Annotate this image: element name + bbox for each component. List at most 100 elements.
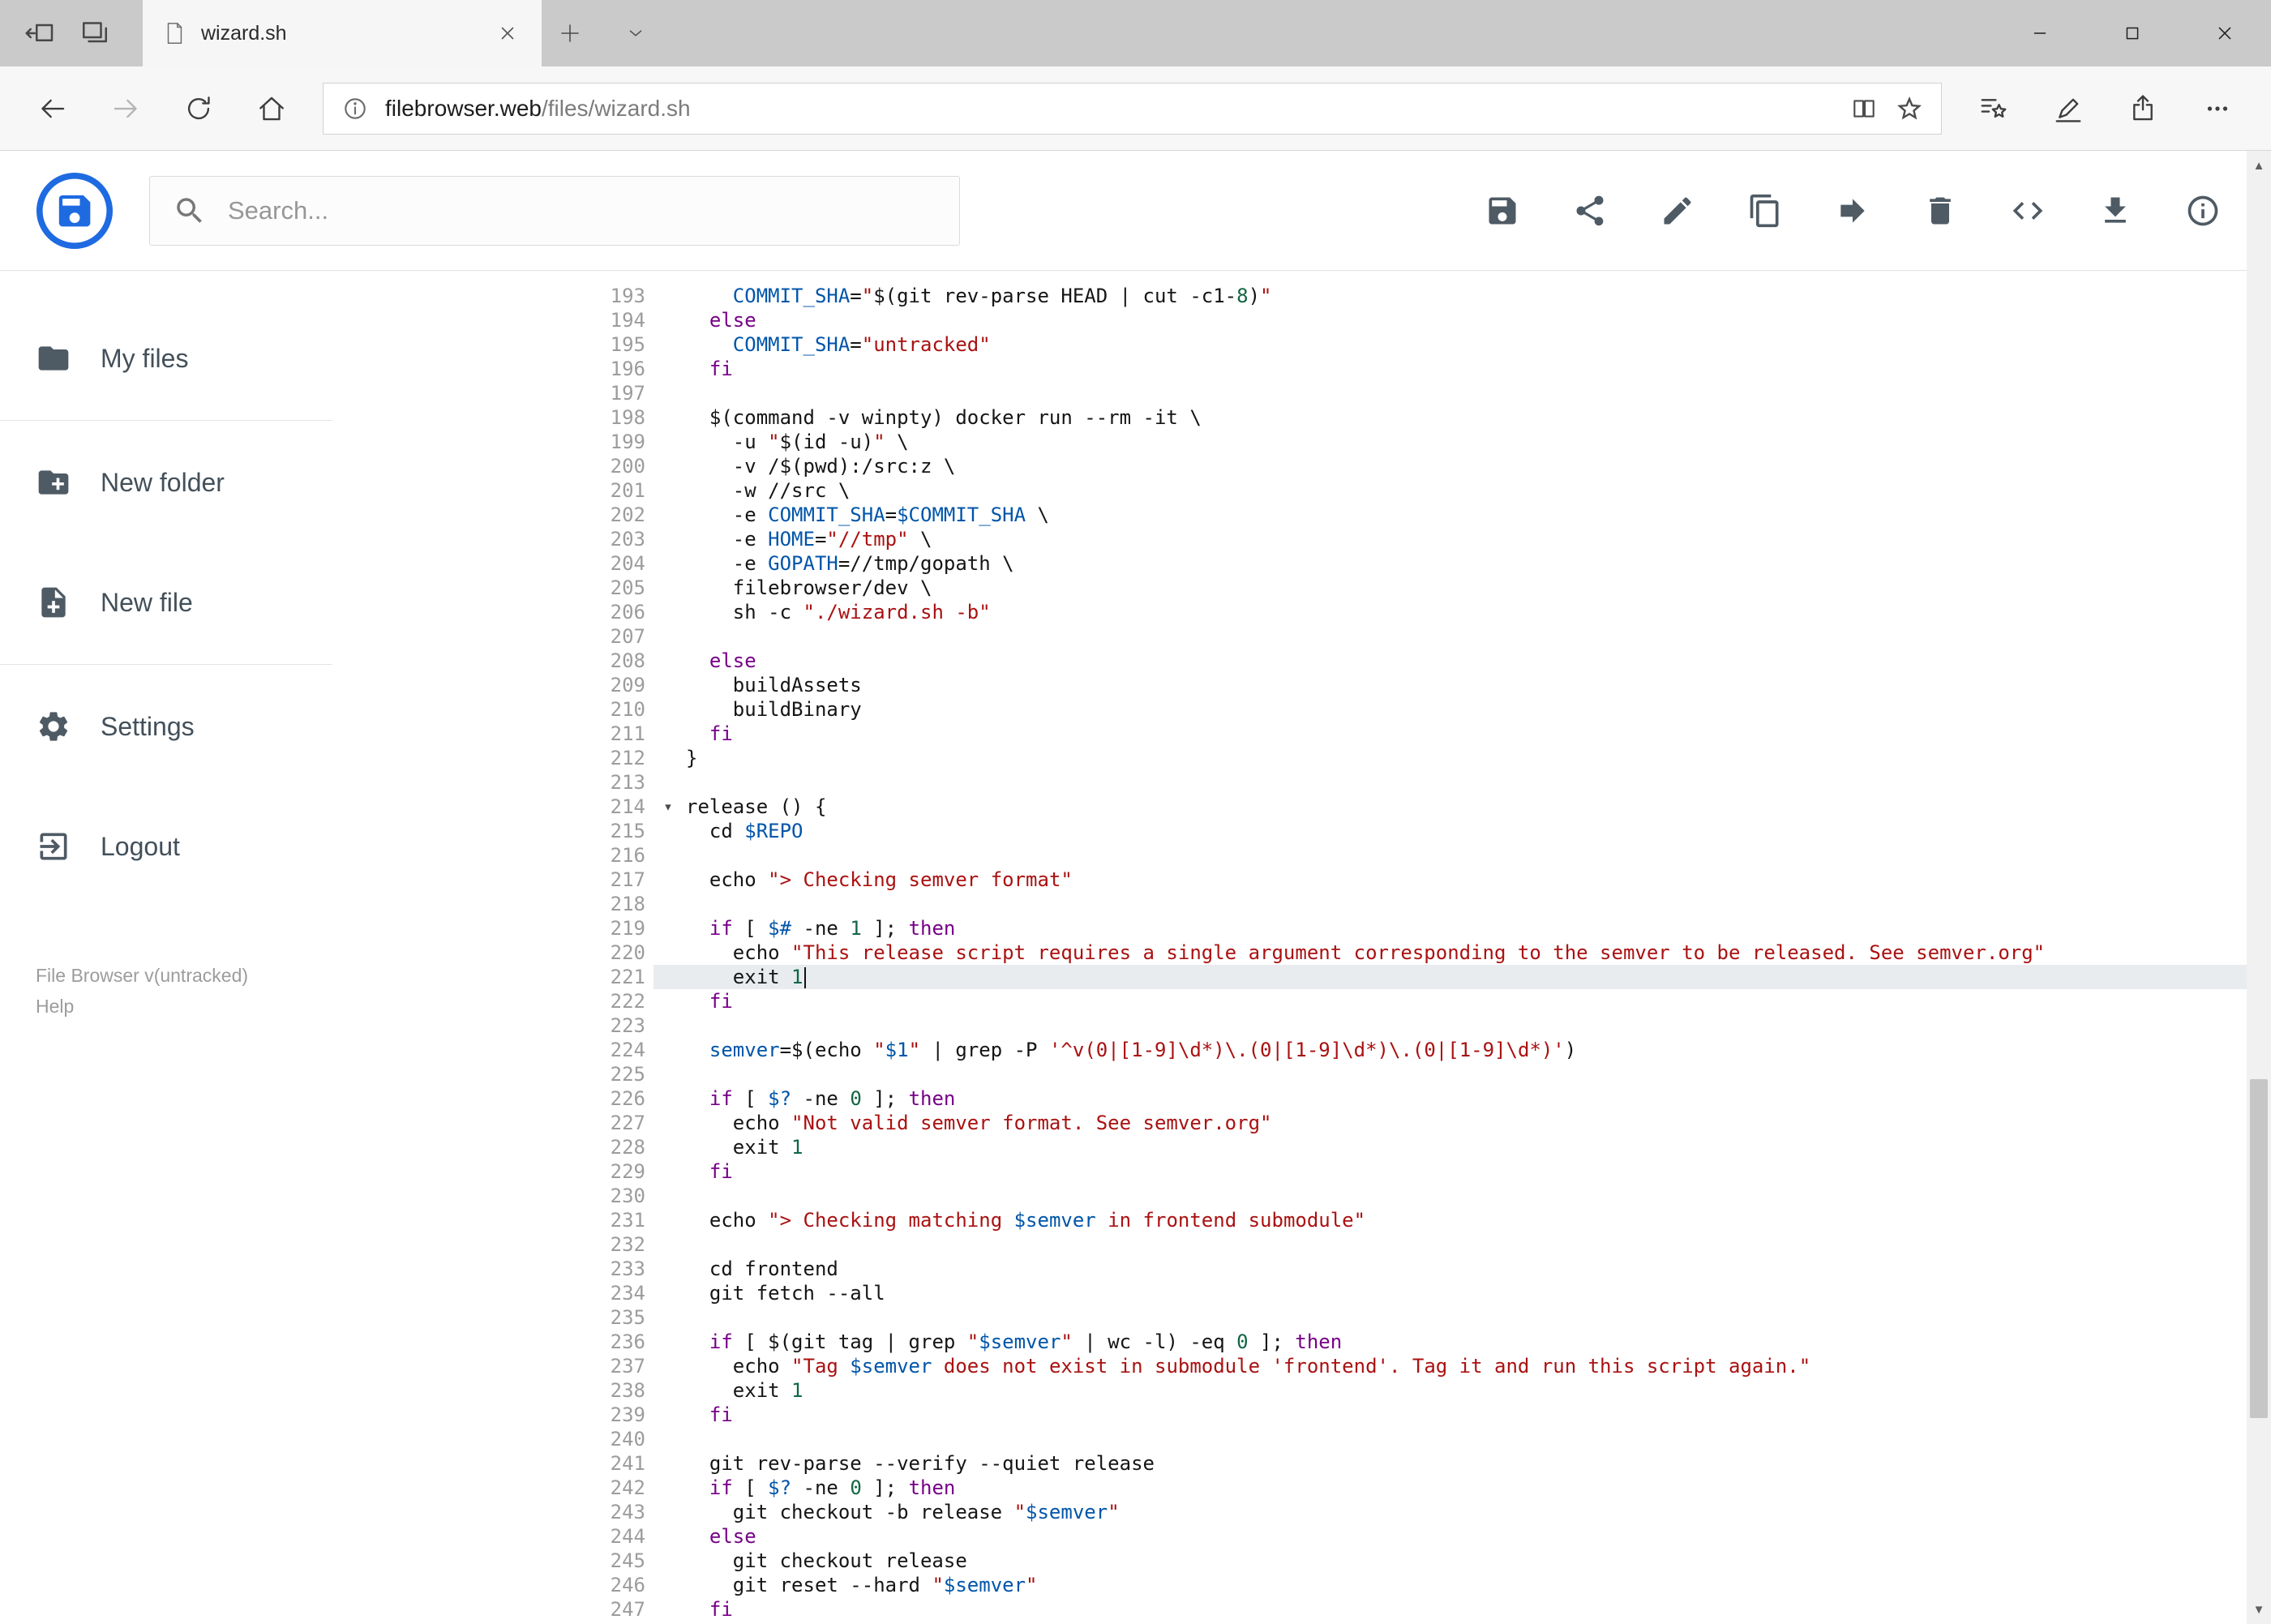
code-line[interactable]: 245 git checkout release <box>332 1549 2271 1573</box>
page-scrollbar[interactable]: ▲ ▼ <box>2247 151 2271 1624</box>
code-line[interactable]: 198 $(command -v winpty) docker run --rm… <box>332 405 2271 430</box>
code-line[interactable]: 225 <box>332 1062 2271 1086</box>
code-line[interactable]: 233 cd frontend <box>332 1257 2271 1281</box>
copy-button[interactable] <box>1747 193 1783 229</box>
code-line[interactable]: 215 cd $REPO <box>332 819 2271 843</box>
more-button[interactable] <box>2180 78 2255 139</box>
code-line[interactable]: 231 echo "> Checking matching $semver in… <box>332 1208 2271 1232</box>
code-line[interactable]: 201 -w //src \ <box>332 478 2271 503</box>
code-line[interactable]: 214 ▾ release () { <box>332 795 2271 819</box>
code-line[interactable]: 203 -e HOME="//tmp" \ <box>332 527 2271 551</box>
code-line[interactable]: 197 <box>332 381 2271 405</box>
code-line[interactable]: 234 git fetch --all <box>332 1281 2271 1305</box>
code-line[interactable]: 221 exit 1 <box>332 965 2271 989</box>
code-line[interactable]: 206 sh -c "./wizard.sh -b" <box>332 600 2271 624</box>
code-line[interactable]: 211 fi <box>332 722 2271 746</box>
code-line[interactable]: 194 else <box>332 308 2271 332</box>
new-tab-button[interactable] <box>542 0 598 66</box>
code-line[interactable]: 205 filebrowser/dev \ <box>332 576 2271 600</box>
code-line[interactable]: 200 -v /$(pwd):/src:z \ <box>332 454 2271 478</box>
code-line[interactable]: 244 else <box>332 1524 2271 1549</box>
scroll-down-icon[interactable]: ▼ <box>2247 1595 2271 1624</box>
code-line[interactable]: 229 fi <box>332 1159 2271 1184</box>
sidebar-item-settings[interactable]: Settings <box>0 678 332 775</box>
info-button[interactable] <box>2185 193 2221 229</box>
code-line[interactable]: 241 git rev-parse --verify --quiet relea… <box>332 1451 2271 1476</box>
search-box[interactable]: Search... <box>149 175 960 246</box>
web-note-button[interactable] <box>2031 78 2106 139</box>
code-line[interactable]: 209 buildAssets <box>332 673 2271 697</box>
code-line[interactable]: 210 buildBinary <box>332 697 2271 722</box>
code-line[interactable]: 235 <box>332 1305 2271 1330</box>
sidebar-item-my-files[interactable]: My files <box>0 310 332 407</box>
code-line[interactable]: 216 <box>332 843 2271 868</box>
code-line[interactable]: 220 echo "This release script requires a… <box>332 941 2271 965</box>
scroll-up-icon[interactable]: ▲ <box>2247 151 2271 180</box>
code-line[interactable]: 196 fi <box>332 357 2271 381</box>
site-info-icon[interactable] <box>340 93 371 124</box>
tabs-set-aside-button[interactable] <box>76 15 114 52</box>
home-button[interactable] <box>235 78 308 139</box>
code-line[interactable]: 204 -e GOPATH=//tmp/gopath \ <box>332 551 2271 576</box>
code-line[interactable]: 199 -u "$(id -u)" \ <box>332 430 2271 454</box>
save-button[interactable] <box>1485 193 1520 229</box>
code-line[interactable]: 237 echo "Tag $semver does not exist in … <box>332 1354 2271 1378</box>
code-line[interactable]: 246 git reset --hard "$semver" <box>332 1573 2271 1597</box>
hub-button[interactable] <box>1956 78 2031 139</box>
code-line[interactable]: 243 git checkout -b release "$semver" <box>332 1500 2271 1524</box>
sidebar-item-new-folder[interactable]: New folder <box>0 434 332 531</box>
code-line[interactable]: 217 echo "> Checking semver format" <box>332 868 2271 892</box>
sidebar-item-logout[interactable]: Logout <box>0 798 332 895</box>
share-file-button[interactable] <box>1572 193 1608 229</box>
tab-preview-toggle[interactable] <box>611 0 660 66</box>
fold-marker-icon[interactable]: ▾ <box>653 795 683 819</box>
tab-close-icon[interactable] <box>493 19 522 48</box>
code-line[interactable]: 239 fi <box>332 1403 2271 1427</box>
code-line[interactable]: 222 fi <box>332 989 2271 1013</box>
code-line[interactable]: 238 exit 1 <box>332 1378 2271 1403</box>
code-editor[interactable]: 193 COMMIT_SHA="$(git rev-parse HEAD | c… <box>332 271 2271 1624</box>
app-logo[interactable] <box>36 172 114 250</box>
code-line[interactable]: 207 <box>332 624 2271 649</box>
scrollbar-thumb[interactable] <box>2250 1078 2268 1418</box>
address-bar[interactable]: filebrowser.web/files/wizard.sh <box>323 82 1942 135</box>
code-line[interactable]: 226 if [ $? -ne 0 ]; then <box>332 1086 2271 1111</box>
minimize-button[interactable] <box>1994 0 2086 66</box>
code-line[interactable]: 193 COMMIT_SHA="$(git rev-parse HEAD | c… <box>332 284 2271 308</box>
help-link[interactable]: Help <box>36 991 297 1022</box>
reading-view-button[interactable] <box>1849 93 1879 124</box>
code-line[interactable]: 230 <box>332 1184 2271 1208</box>
share-button-browser[interactable] <box>2106 78 2180 139</box>
maximize-button[interactable] <box>2086 0 2179 66</box>
download-button[interactable] <box>2097 193 2133 229</box>
delete-button[interactable] <box>1922 193 1958 229</box>
code-view-button[interactable] <box>2010 193 2046 229</box>
code-line[interactable]: 208 else <box>332 649 2271 673</box>
code-line[interactable]: 212} <box>332 746 2271 770</box>
code-line[interactable]: 218 <box>332 892 2271 916</box>
close-button[interactable] <box>2179 0 2271 66</box>
code-line[interactable]: 202 -e COMMIT_SHA=$COMMIT_SHA \ <box>332 503 2271 527</box>
url-text[interactable]: filebrowser.web/files/wizard.sh <box>385 96 1834 122</box>
sidebar-item-new-file[interactable]: New file <box>0 554 332 651</box>
code-line[interactable]: 227 echo "Not valid semver format. See s… <box>332 1111 2271 1135</box>
code-line[interactable]: 240 <box>332 1427 2271 1451</box>
refresh-button[interactable] <box>162 78 235 139</box>
code-line[interactable]: 224 semver=$(echo "$1" | grep -P '^v(0|[… <box>332 1038 2271 1062</box>
rename-button[interactable] <box>1660 193 1695 229</box>
code-line[interactable]: 223 <box>332 1013 2271 1038</box>
code-line[interactable]: 213 <box>332 770 2271 795</box>
favorite-button[interactable] <box>1894 93 1925 124</box>
code-line[interactable]: 232 <box>332 1232 2271 1257</box>
move-button[interactable] <box>1835 193 1870 229</box>
code-line[interactable]: 247 fi <box>332 1597 2271 1622</box>
code-line[interactable]: 236 if [ $(git tag | grep "$semver" | wc… <box>332 1330 2271 1354</box>
back-button[interactable] <box>16 78 89 139</box>
code-line[interactable]: 195 COMMIT_SHA="untracked" <box>332 332 2271 357</box>
code-line[interactable]: 242 if [ $? -ne 0 ]; then <box>332 1476 2271 1500</box>
set-tabs-aside-button[interactable] <box>21 15 58 52</box>
forward-button[interactable] <box>89 78 162 139</box>
code-line[interactable]: 219 if [ $# -ne 1 ]; then <box>332 916 2271 941</box>
browser-tab[interactable]: wizard.sh <box>143 0 542 66</box>
code-line[interactable]: 228 exit 1 <box>332 1135 2271 1159</box>
